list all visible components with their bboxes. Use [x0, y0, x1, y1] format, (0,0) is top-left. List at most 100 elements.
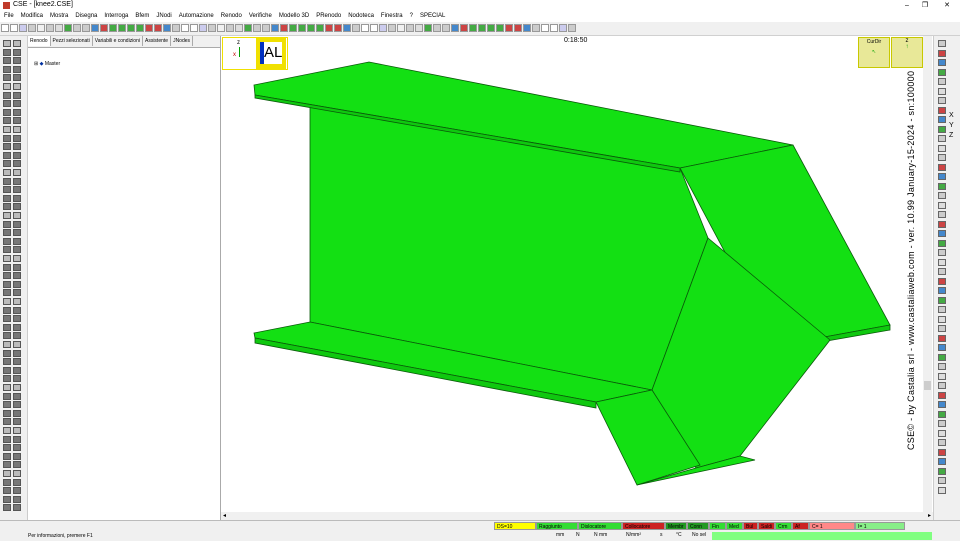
toolbar-tool-icon[interactable]	[280, 24, 288, 32]
left-tool-icon[interactable]	[3, 263, 11, 271]
view-axis-x[interactable]: X	[949, 112, 954, 119]
right-tool-icon[interactable]	[938, 154, 946, 161]
right-tool-icon[interactable]	[938, 306, 946, 313]
toolbar-tool-icon[interactable]	[136, 24, 144, 32]
menu-modello-3d[interactable]: Modello 3D	[279, 11, 309, 22]
toolbar-tool-icon[interactable]	[442, 24, 450, 32]
left-tool-icon[interactable]	[3, 341, 11, 348]
toolbar-tool-icon[interactable]	[37, 24, 45, 32]
left-tool-icon[interactable]	[13, 315, 21, 323]
right-tool-icon[interactable]	[938, 59, 946, 66]
minimize-button[interactable]: –	[900, 0, 914, 11]
menu-mostra[interactable]: Mostra	[50, 11, 68, 22]
right-tool-icon[interactable]	[938, 420, 946, 427]
left-tool-icon[interactable]	[3, 401, 11, 409]
toolbar-tool-icon[interactable]	[271, 24, 279, 32]
left-tool-icon[interactable]	[3, 366, 11, 374]
toolbar-tool-icon[interactable]	[316, 24, 324, 32]
left-tool-icon[interactable]	[3, 504, 11, 512]
left-tool-icon[interactable]	[13, 212, 21, 219]
left-tool-icon[interactable]	[13, 48, 21, 56]
view-axis-z[interactable]: Z	[949, 132, 953, 139]
left-tool-icon[interactable]	[3, 349, 11, 357]
left-tool-icon[interactable]	[3, 40, 11, 47]
right-tool-icon[interactable]	[938, 382, 946, 389]
left-tool-icon[interactable]	[13, 203, 21, 211]
left-tool-icon[interactable]	[13, 263, 21, 271]
left-tool-icon[interactable]	[13, 160, 21, 168]
right-tool-icon[interactable]	[938, 211, 946, 218]
left-tool-icon[interactable]	[13, 495, 21, 503]
menu-prenodo[interactable]: PRenodo	[316, 11, 341, 22]
left-tool-icon[interactable]	[13, 169, 21, 176]
left-tool-icon[interactable]	[3, 298, 11, 305]
curdir-indicator[interactable]: CurDir ↖	[858, 37, 890, 68]
left-tool-icon[interactable]	[3, 358, 11, 366]
toolbar-tool-icon[interactable]	[424, 24, 432, 32]
left-tool-icon[interactable]	[13, 100, 21, 108]
left-tool-icon[interactable]	[3, 100, 11, 108]
left-tool-icon[interactable]	[13, 375, 21, 383]
toolbar-tool-icon[interactable]	[262, 24, 270, 32]
left-tool-icon[interactable]	[3, 487, 11, 495]
left-tool-icon[interactable]	[3, 392, 11, 400]
left-tool-icon[interactable]	[3, 495, 11, 503]
left-tool-icon[interactable]	[13, 306, 21, 314]
right-tool-icon[interactable]	[938, 458, 946, 465]
menu-modifica[interactable]: Modifica	[21, 11, 43, 22]
tab-pezzi-selezionati[interactable]: Pezzi selezionati	[51, 36, 93, 46]
left-tool-icon[interactable]	[3, 48, 11, 56]
menu-automazione[interactable]: Automazione	[179, 11, 214, 22]
menu-verifiche[interactable]: Verifiche	[249, 11, 272, 22]
toolbar-tool-icon[interactable]	[460, 24, 468, 32]
left-tool-icon[interactable]	[13, 237, 21, 245]
menu-nodoteca[interactable]: Nodoteca	[348, 11, 374, 22]
left-tool-icon[interactable]	[3, 470, 11, 477]
left-tool-icon[interactable]	[13, 358, 21, 366]
right-tool-icon[interactable]	[938, 68, 946, 76]
toolbar-tool-icon[interactable]	[388, 24, 396, 32]
left-tool-icon[interactable]	[3, 91, 11, 99]
toolbar-tool-icon[interactable]	[478, 24, 486, 32]
vertical-scrollbar[interactable]	[923, 36, 932, 512]
al-view-indicator[interactable]: AL	[256, 38, 286, 69]
left-tool-icon[interactable]	[13, 289, 21, 297]
left-tool-icon[interactable]	[3, 289, 11, 297]
z-axis-indicator[interactable]: z ↑	[891, 37, 923, 68]
right-tool-icon[interactable]	[938, 49, 946, 57]
menu-renodo[interactable]: Renodo	[221, 11, 242, 22]
right-tool-icon[interactable]	[938, 87, 946, 95]
right-tool-icon[interactable]	[938, 477, 946, 484]
left-tool-icon[interactable]	[3, 237, 11, 245]
toolbar-tool-icon[interactable]	[82, 24, 90, 32]
toolbar-tool-icon[interactable]	[199, 24, 207, 32]
right-tool-icon[interactable]	[938, 135, 946, 142]
left-tool-icon[interactable]	[3, 323, 11, 331]
right-tool-icon[interactable]	[938, 144, 946, 152]
left-tool-icon[interactable]	[13, 117, 21, 125]
toolbar-tool-icon[interactable]	[55, 24, 63, 32]
toolbar-tool-icon[interactable]	[298, 24, 306, 32]
right-tool-icon[interactable]	[938, 401, 946, 408]
toolbar-tool-icon[interactable]	[172, 24, 180, 32]
toolbar-tool-icon[interactable]	[361, 24, 369, 32]
right-tool-icon[interactable]	[938, 258, 946, 266]
toolbar-tool-icon[interactable]	[289, 24, 297, 32]
tab-variabili[interactable]: Variabili e condizioni	[93, 36, 143, 46]
left-tool-icon[interactable]	[13, 194, 21, 202]
left-tool-icon[interactable]	[13, 272, 21, 280]
toolbar-tool-icon[interactable]	[19, 24, 27, 32]
right-tool-icon[interactable]	[938, 344, 946, 351]
left-tool-icon[interactable]	[13, 91, 21, 99]
left-tool-icon[interactable]	[13, 134, 21, 142]
right-tool-icon[interactable]	[938, 78, 946, 85]
left-tool-icon[interactable]	[13, 487, 21, 495]
left-tool-icon[interactable]	[3, 375, 11, 383]
right-tool-icon[interactable]	[938, 287, 946, 294]
left-tool-icon[interactable]	[13, 280, 21, 288]
toolbar-tool-icon[interactable]	[406, 24, 414, 32]
left-tool-icon[interactable]	[3, 452, 11, 460]
right-tool-icon[interactable]	[938, 106, 946, 114]
toolbar-tool-icon[interactable]	[568, 24, 576, 32]
right-tool-icon[interactable]	[938, 40, 946, 47]
